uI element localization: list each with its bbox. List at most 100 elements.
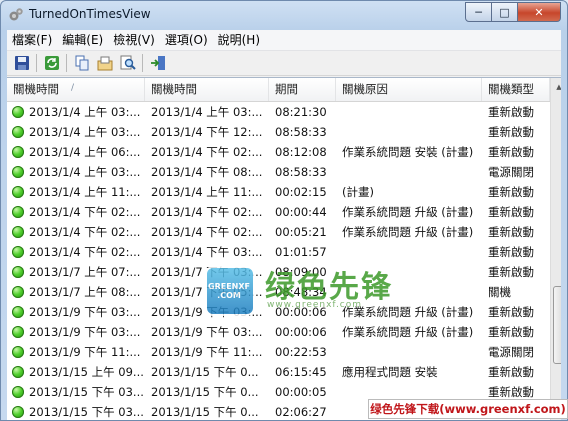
- table-row[interactable]: 2013/1/4 上午 03:... 2013/1/4 下午 08:... 08:5…: [7, 162, 550, 182]
- shutdown-time-cell: 2013/1/4 下午 02:...: [151, 225, 263, 239]
- table-row[interactable]: 2013/1/4 上午 03:... 2013/1/4 下午 12:... 08:5…: [7, 122, 550, 142]
- column-header-start[interactable]: 關機時間 /: [7, 78, 145, 101]
- title-bar[interactable]: TurnedOnTimesView ─ □ ✕: [1, 1, 567, 29]
- table-row[interactable]: 2013/1/9 下午 11:... 2013/1/9 下午 11:... 00:2…: [7, 342, 550, 362]
- cell-text: 2013/1/9 下午 11:...: [29, 345, 141, 359]
- status-green-icon: [12, 346, 24, 358]
- shutdown-time-cell: 2013/1/15 下午 0...: [151, 365, 259, 379]
- status-green-icon: [12, 246, 24, 258]
- table-row[interactable]: 2013/1/4 下午 02:... 2013/1/4 下午 02:... 00:0…: [7, 222, 550, 242]
- type-cell: 重新啟動: [488, 245, 534, 259]
- start-time-cell: 2013/1/4 上午 11:...: [7, 182, 145, 202]
- duration-cell: 00:00:44: [275, 205, 327, 219]
- type-cell: 重新啟動: [488, 185, 534, 199]
- reason-cell: 作業系統問題 升級 (計畫): [342, 205, 474, 219]
- column-header-type[interactable]: 關機類型: [482, 78, 550, 101]
- start-time-cell: 2013/1/15 下午 03...: [7, 402, 145, 420]
- table-row[interactable]: 2013/1/4 上午 06:... 2013/1/4 下午 02:... 08:1…: [7, 142, 550, 162]
- table-row[interactable]: 2013/1/4 下午 02:... 2013/1/4 下午 02:... 00:0…: [7, 202, 550, 222]
- menu-help[interactable]: 說明(H): [213, 30, 265, 50]
- cell-text: 2013/1/4 上午 03:...: [29, 105, 141, 119]
- cell-text: 2013/1/4 上午 03:...: [29, 125, 141, 139]
- menu-file[interactable]: 檔案(F): [7, 30, 57, 50]
- column-header-duration[interactable]: 期間: [269, 78, 336, 101]
- find-icon: [120, 55, 136, 70]
- cell-text: 2013/1/4 上午 06:...: [29, 145, 141, 159]
- reason-cell: 作業系統問題 安裝 (計畫): [342, 145, 474, 159]
- column-header-label: 關機類型: [488, 82, 534, 96]
- table-row[interactable]: 2013/1/7 上午 08:... 2013/1/7 下午 05:... 08:4…: [7, 282, 550, 302]
- reason-cell: [336, 102, 482, 122]
- start-time-cell: 2013/1/7 上午 07:...: [7, 262, 145, 282]
- table-row[interactable]: 2013/1/7 上午 07:... 2013/1/7 下午 03:... 08:0…: [7, 262, 550, 282]
- table-row[interactable]: 2013/1/9 下午 03:... 2013/1/9 下午 03:... 00:0…: [7, 302, 550, 322]
- minimize-button[interactable]: ─: [465, 2, 492, 22]
- scroll-thumb[interactable]: [553, 286, 561, 364]
- column-header-reason[interactable]: 關機原因: [336, 78, 482, 101]
- duration-cell: 02:06:27: [275, 405, 327, 419]
- table-row[interactable]: 2013/1/4 上午 11:... 2013/1/4 上午 11:... 00:0…: [7, 182, 550, 202]
- refresh-icon: [44, 56, 59, 70]
- reason-cell: (計畫): [342, 185, 374, 199]
- type-cell: 重新啟動: [488, 205, 534, 219]
- duration-cell: 08:12:08: [275, 145, 327, 159]
- results-list[interactable]: 關機時間 / 關機時間 期間 關機原因 關機類型 2013/1/4 上午 03:…: [7, 77, 561, 420]
- status-green-icon: [12, 106, 24, 118]
- type-cell: 電源關閉: [488, 165, 534, 179]
- copy-button[interactable]: [70, 52, 93, 74]
- shutdown-time-cell: 2013/1/15 下午 0...: [151, 385, 259, 399]
- shutdown-time-cell: 2013/1/4 上午 03:...: [151, 105, 263, 119]
- properties-button[interactable]: [93, 52, 116, 74]
- toolbar-separator: [36, 54, 37, 72]
- scroll-up-arrow-icon[interactable]: ▲: [551, 78, 561, 95]
- status-green-icon: [12, 386, 24, 398]
- type-cell: 重新啟動: [488, 265, 534, 279]
- shutdown-time-cell: 2013/1/9 下午 03:...: [151, 325, 263, 339]
- start-time-cell: 2013/1/4 上午 03:...: [7, 122, 145, 142]
- reason-cell: [336, 122, 482, 142]
- cell-text: 2013/1/7 上午 08:...: [29, 285, 141, 299]
- menu-options[interactable]: 選項(O): [160, 30, 213, 50]
- maximize-button[interactable]: □: [492, 2, 518, 22]
- type-cell: 重新啟動: [488, 125, 534, 139]
- find-button[interactable]: [116, 52, 139, 74]
- column-header-label: 期間: [275, 82, 298, 96]
- vertical-scrollbar[interactable]: ▲ ▼: [550, 78, 561, 420]
- refresh-button[interactable]: [40, 52, 63, 74]
- type-cell: 重新啟動: [488, 325, 534, 339]
- start-time-cell: 2013/1/9 下午 03:...: [7, 302, 145, 322]
- type-cell: 重新啟動: [488, 145, 534, 159]
- reason-cell: 作業系統問題 升級 (計畫): [342, 325, 474, 339]
- status-green-icon: [12, 126, 24, 138]
- table-row[interactable]: 2013/1/4 下午 02:... 2013/1/4 下午 03:... 01:0…: [7, 242, 550, 262]
- shutdown-time-cell: 2013/1/4 下午 02:...: [151, 205, 263, 219]
- close-button[interactable]: ✕: [518, 2, 561, 22]
- status-green-icon: [12, 146, 24, 158]
- save-button[interactable]: [10, 52, 33, 74]
- reason-cell: [336, 162, 482, 182]
- type-cell: 重新啟動: [488, 305, 534, 319]
- type-cell: 重新啟動: [488, 225, 534, 239]
- table-row[interactable]: 2013/1/9 下午 03:... 2013/1/9 下午 03:... 00:0…: [7, 322, 550, 342]
- shutdown-time-cell: 2013/1/7 下午 03:...: [151, 265, 263, 279]
- column-header-shutdown[interactable]: 關機時間: [145, 78, 269, 101]
- status-green-icon: [12, 226, 24, 238]
- duration-cell: 08:58:33: [275, 125, 327, 139]
- table-row[interactable]: 2013/1/4 上午 03:... 2013/1/4 上午 03:... 08:2…: [7, 102, 550, 122]
- menu-view[interactable]: 檢視(V): [108, 30, 160, 50]
- cell-text: 2013/1/4 下午 02:...: [29, 225, 141, 239]
- shutdown-time-cell: 2013/1/4 上午 11:...: [151, 185, 263, 199]
- shutdown-time-cell: 2013/1/9 下午 03:...: [151, 305, 263, 319]
- duration-cell: 00:05:21: [275, 225, 327, 239]
- menu-edit[interactable]: 編輯(E): [57, 30, 108, 50]
- exit-button[interactable]: [146, 52, 169, 74]
- shutdown-time-cell: 2013/1/4 下午 03:...: [151, 245, 263, 259]
- duration-cell: 00:22:53: [275, 345, 327, 359]
- app-icon: [9, 8, 23, 21]
- duration-cell: 08:09:00: [275, 265, 327, 279]
- type-cell: 電源關閉: [488, 345, 534, 359]
- duration-cell: 00:00:06: [275, 305, 327, 319]
- table-row[interactable]: 2013/1/15 上午 09... 2013/1/15 下午 0... 06:15…: [7, 362, 550, 382]
- status-green-icon: [12, 286, 24, 298]
- cell-text: 2013/1/4 下午 02:...: [29, 205, 141, 219]
